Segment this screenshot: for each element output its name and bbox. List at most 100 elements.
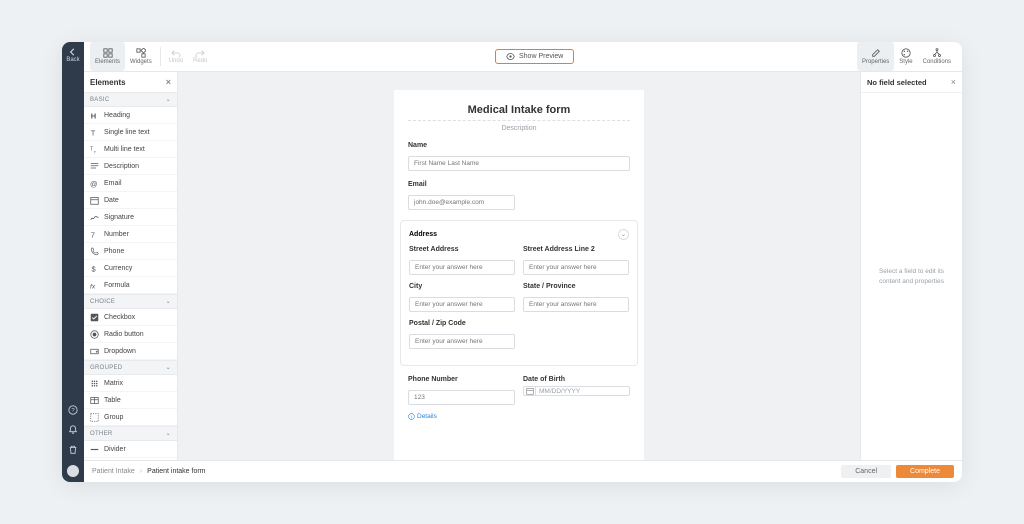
branch-icon xyxy=(932,48,942,58)
svg-text:@: @ xyxy=(90,179,98,188)
form-card: Medical Intake form Description Name Ema… xyxy=(394,90,644,460)
email-input[interactable] xyxy=(408,195,515,210)
element-dropdown[interactable]: Dropdown xyxy=(84,343,177,360)
complete-button[interactable]: Complete xyxy=(896,465,954,478)
breadcrumb[interactable]: Patient intake form xyxy=(147,468,205,475)
calendar-icon xyxy=(524,387,536,395)
element-currency[interactable]: $Currency xyxy=(84,260,177,277)
form-description[interactable]: Description xyxy=(394,121,644,142)
category-basic[interactable]: BASIC⌄ xyxy=(84,92,177,107)
element-multi-line[interactable]: TTMulti line text xyxy=(84,141,177,158)
element-number[interactable]: 7Number xyxy=(84,226,177,243)
label: Show Preview xyxy=(519,53,563,60)
svg-text:$: $ xyxy=(92,264,97,273)
back-label: Back xyxy=(66,57,79,63)
heading-icon: H xyxy=(90,111,99,120)
element-description[interactable]: Description xyxy=(84,158,177,175)
style-tab[interactable]: Style xyxy=(894,42,917,71)
close-icon[interactable]: × xyxy=(951,77,956,87)
element-group[interactable]: Group xyxy=(84,409,177,426)
back-button[interactable]: Back xyxy=(66,42,79,70)
text-icon: T xyxy=(90,128,99,137)
avatar[interactable] xyxy=(67,465,79,477)
zip-input[interactable] xyxy=(409,334,515,349)
panel-title: Elements xyxy=(90,78,126,87)
breadcrumb[interactable]: Patient Intake xyxy=(92,468,135,475)
dollar-icon: $ xyxy=(90,264,99,273)
form-canvas[interactable]: Medical Intake form Description Name Ema… xyxy=(178,72,860,460)
svg-text:7: 7 xyxy=(91,230,95,239)
svg-text:fx: fx xyxy=(90,283,96,290)
main-area: Elements Widgets Undo Redo Show Preview xyxy=(84,42,962,482)
number-icon: 7 xyxy=(90,230,99,239)
empty-message: Select a field to edit its content and p… xyxy=(861,93,962,460)
label: Phone Number xyxy=(408,376,515,383)
street2-input[interactable] xyxy=(523,260,629,275)
phone-input[interactable] xyxy=(408,390,515,405)
field-email[interactable]: Email xyxy=(394,181,644,220)
element-checkbox[interactable]: Checkbox xyxy=(84,309,177,326)
category-other[interactable]: OTHER⌄ xyxy=(84,426,177,441)
dropdown-icon xyxy=(90,347,99,356)
field-name[interactable]: Name xyxy=(394,142,644,181)
field-phone[interactable]: Phone Number xyxy=(408,376,515,405)
calendar-icon xyxy=(90,196,99,205)
element-date[interactable]: Date xyxy=(84,192,177,209)
element-divider[interactable]: Divider xyxy=(84,441,177,458)
formula-icon: fx xyxy=(90,281,99,290)
element-matrix[interactable]: Matrix xyxy=(84,375,177,392)
info-icon: i xyxy=(408,413,415,420)
widgets-tab[interactable]: Widgets xyxy=(125,42,157,71)
label: City xyxy=(409,283,515,290)
elements-tab[interactable]: Elements xyxy=(90,42,125,71)
label: Name xyxy=(408,142,630,149)
street1-input[interactable] xyxy=(409,260,515,275)
elements-panel: Elements × BASIC⌄ HHeading TSingle line … xyxy=(84,72,178,460)
name-input[interactable] xyxy=(408,156,630,171)
element-email[interactable]: @Email xyxy=(84,175,177,192)
state-input[interactable] xyxy=(523,297,629,312)
help-icon[interactable]: ? xyxy=(68,400,78,420)
field-dob[interactable]: Date of Birth MM/DD/YYYY xyxy=(523,376,630,405)
chevron-down-icon: ⌄ xyxy=(166,96,171,103)
conditions-tab[interactable]: Conditions xyxy=(918,42,956,71)
element-radio[interactable]: Radio button xyxy=(84,326,177,343)
element-signature[interactable]: Signature xyxy=(84,209,177,226)
workspace: Elements × BASIC⌄ HHeading TSingle line … xyxy=(84,72,962,460)
properties-panel: No field selected × Select a field to ed… xyxy=(860,72,962,460)
description-icon xyxy=(90,162,99,171)
category-choice[interactable]: CHOICE⌄ xyxy=(84,294,177,309)
chevron-left-icon xyxy=(69,48,77,56)
label: Elements xyxy=(95,59,120,65)
element-table[interactable]: Table xyxy=(84,392,177,409)
checkbox-icon xyxy=(90,313,99,322)
matrix-icon xyxy=(90,379,99,388)
element-formula[interactable]: fxFormula xyxy=(84,277,177,294)
show-preview-button[interactable]: Show Preview xyxy=(495,49,574,64)
bell-icon[interactable] xyxy=(68,420,78,440)
trash-icon[interactable] xyxy=(68,440,78,460)
properties-tab[interactable]: Properties xyxy=(857,42,894,71)
app-frame: Back ? Elements Widgets Undo xyxy=(62,42,962,482)
element-single-line[interactable]: TSingle line text xyxy=(84,124,177,141)
cancel-button[interactable]: Cancel xyxy=(841,465,891,478)
chevron-down-icon: ⌄ xyxy=(166,298,171,305)
label: Email xyxy=(408,181,630,188)
details-link[interactable]: i Details xyxy=(394,413,451,420)
label: Widgets xyxy=(130,59,152,65)
label: Address xyxy=(409,231,437,238)
label: Conditions xyxy=(923,59,951,65)
category-grouped[interactable]: GROUPED⌄ xyxy=(84,360,177,375)
field-address[interactable]: Address ⌄ Street Address Street Address … xyxy=(400,220,638,366)
multiline-icon: TT xyxy=(90,145,99,154)
city-input[interactable] xyxy=(409,297,515,312)
element-heading[interactable]: HHeading xyxy=(84,107,177,124)
chevron-down-icon: ⌄ xyxy=(166,430,171,437)
collapse-button[interactable]: ⌄ xyxy=(618,229,629,240)
form-title[interactable]: Medical Intake form xyxy=(408,104,630,121)
group-icon xyxy=(90,413,99,422)
close-icon[interactable]: × xyxy=(166,77,171,87)
palette-icon xyxy=(901,48,911,58)
panel-scroll[interactable]: BASIC⌄ HHeading TSingle line text TTMult… xyxy=(84,92,177,460)
element-phone[interactable]: Phone xyxy=(84,243,177,260)
